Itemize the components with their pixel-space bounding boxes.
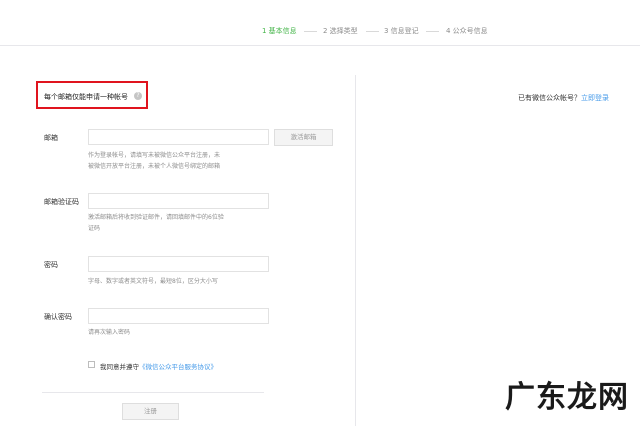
confirm-password-hint: 请再次输入密码 — [88, 329, 131, 336]
email-label: 邮箱 — [44, 134, 58, 142]
header-divider — [0, 45, 640, 46]
email-hint-line: 被微信开放平台注册，未被个人微信号绑定的邮箱 — [88, 163, 221, 170]
agree-prefix: 我同意并遵守 — [100, 363, 139, 371]
step-basic-info: 1 基本信息 — [262, 27, 297, 35]
email-hint: 作为登录帐号，请填写未被微信公众平台注册，未 被微信开放平台注册，未被个人微信号… — [88, 150, 220, 172]
password-field[interactable] — [88, 256, 269, 272]
step-choose-type: 2 选择类型 — [323, 27, 358, 35]
step-separator — [304, 31, 317, 32]
email-field[interactable] — [88, 129, 269, 145]
email-code-label: 邮箱验证码 — [44, 198, 79, 206]
email-code-hint: 激活邮箱后将收到验证邮件，请回填邮件中的6位验 证码 — [88, 212, 224, 234]
email-hint-line: 作为登录帐号，请填写未被微信公众平台注册，未 — [88, 152, 221, 159]
step-account-info: 4 公众号信息 — [446, 27, 488, 35]
step-separator — [426, 31, 439, 32]
activate-email-button[interactable]: 激活邮箱 — [274, 129, 333, 146]
step-separator — [366, 31, 379, 32]
login-link[interactable]: 立即登录 — [581, 94, 609, 102]
existing-account-prompt: 已有微信公众帐号？立即登录 — [518, 93, 609, 103]
question-icon[interactable]: ? — [134, 92, 142, 100]
agree-label: 我同意并遵守《微信公众平台服务协议》 — [100, 361, 217, 371]
password-hint: 字母、数字或者英文符号，最短8位，区分大小写 — [88, 278, 218, 285]
email-code-field[interactable] — [88, 193, 269, 209]
existing-account-text: 已有微信公众帐号？ — [518, 94, 581, 102]
email-code-hint-line: 激活邮箱后将收到验证邮件，请回填邮件中的6位验 — [88, 214, 224, 221]
step-info-register: 3 信息登记 — [384, 27, 419, 35]
email-code-hint-line: 证码 — [88, 225, 101, 232]
step-indicator: 1 基本信息 2 选择类型 3 信息登记 4 公众号信息 — [0, 22, 640, 40]
confirm-password-label: 确认密码 — [44, 313, 72, 321]
notice-text: 每个邮箱仅能申请一种帐号 — [44, 93, 128, 101]
register-button[interactable]: 注册 — [122, 403, 179, 420]
form-footer-divider — [42, 392, 264, 393]
service-agreement-link[interactable]: 《微信公众平台服务协议》 — [139, 363, 217, 371]
watermark-logo: 广东龙网 — [505, 380, 629, 415]
confirm-password-field[interactable] — [88, 308, 269, 324]
column-divider — [355, 75, 356, 426]
password-label: 密码 — [44, 261, 58, 269]
agree-checkbox[interactable] — [88, 361, 95, 368]
